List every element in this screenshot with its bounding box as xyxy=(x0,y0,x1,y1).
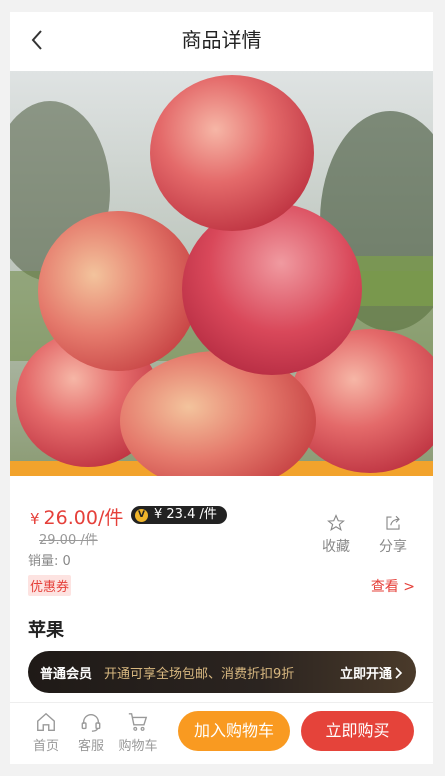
nav-service-label: 客服 xyxy=(77,739,104,754)
member-cta-label: 立即开通 xyxy=(339,667,392,682)
share-button[interactable]: 分享 xyxy=(373,514,413,556)
favorite-button[interactable]: 收藏 xyxy=(316,514,356,556)
product-name: 苹果 xyxy=(28,620,64,641)
nav-cart[interactable]: 购物车 xyxy=(114,711,162,754)
price: ¥26.00/件 xyxy=(30,503,123,530)
chevron-right-icon xyxy=(395,666,403,679)
product-image xyxy=(10,71,433,476)
member-cta-button[interactable]: 立即开通 xyxy=(340,663,404,682)
bottom-action-bar: 首页 客服 购物车 加入购物车 立即购买 xyxy=(10,702,433,764)
view-coupon-link[interactable]: 查看 > xyxy=(371,576,415,596)
coupon-tag: 优惠券 xyxy=(28,575,72,596)
member-banner[interactable]: 普通会员 开通可享全场包邮、消费折扣9折 立即开通 xyxy=(28,651,416,693)
nav-home-label: 首页 xyxy=(32,739,59,754)
currency-symbol: ¥ xyxy=(30,510,40,528)
add-to-cart-button[interactable]: 加入购物车 xyxy=(178,711,290,751)
sales-count: 销量: 0 xyxy=(28,554,71,569)
header: 商品详情 xyxy=(10,12,433,68)
cart-icon xyxy=(128,713,148,731)
vip-price-badge: V ¥ 23.4 /件 xyxy=(131,506,227,524)
vip-price: ¥ 23.4 /件 xyxy=(154,507,217,522)
original-price: 29.00 /件 xyxy=(39,533,98,548)
price-amount: 26.00/件 xyxy=(43,507,124,529)
headset-icon xyxy=(81,714,101,732)
home-icon xyxy=(37,712,55,731)
phone-screen: 商品详情 ¥ 26.00/件 V ¥ 23.4 /件 29.00 /件 销量: … xyxy=(10,12,433,764)
buy-now-button[interactable]: 立即购买 xyxy=(301,711,414,751)
star-icon xyxy=(327,514,345,531)
page-title: 商品详情 xyxy=(181,28,262,52)
nav-home[interactable]: 首页 xyxy=(25,711,67,754)
share-label: 分享 xyxy=(379,539,407,555)
nav-cart-label: 购物车 xyxy=(118,739,158,754)
member-desc: 开通可享全场包邮、消费折扣9折 xyxy=(104,666,295,682)
favorite-label: 收藏 xyxy=(322,539,350,555)
nav-service[interactable]: 客服 xyxy=(70,711,112,754)
vip-icon: V xyxy=(135,508,148,522)
share-icon xyxy=(386,515,400,530)
member-title: 普通会员 xyxy=(40,666,93,682)
